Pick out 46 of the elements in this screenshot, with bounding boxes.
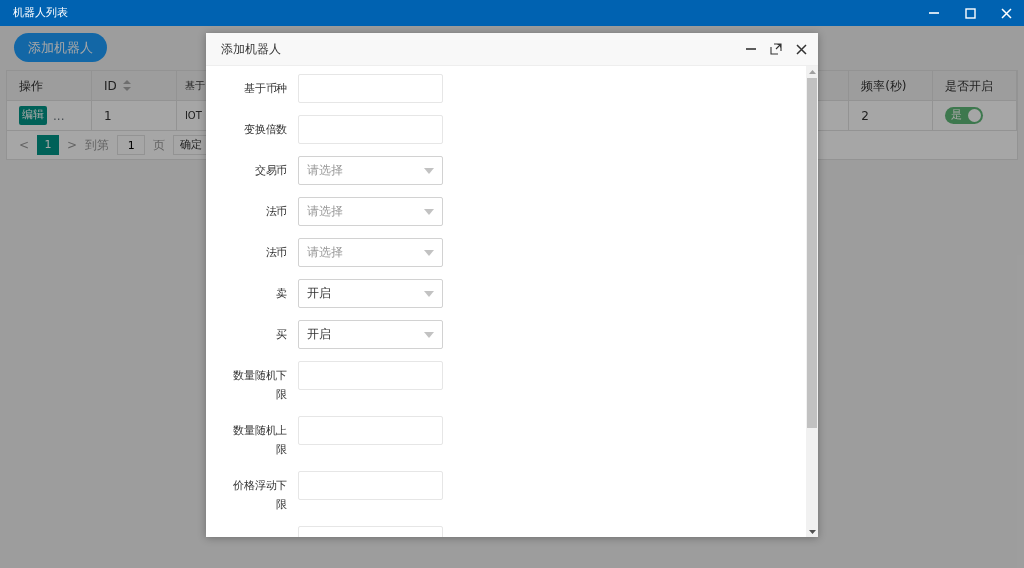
close-icon [1000, 7, 1012, 19]
page-input[interactable]: 1 [117, 135, 146, 155]
select-field[interactable]: 开启 [298, 279, 443, 308]
more-text: ... [53, 107, 65, 125]
caret-icon [424, 208, 434, 215]
field-label: 买 [275, 327, 287, 343]
scroll-thumb[interactable] [807, 78, 817, 428]
table-cell-text: IOT [184, 109, 202, 123]
field-label: 变换倍数 [243, 122, 287, 138]
sort-icon[interactable] [122, 80, 131, 91]
column-header[interactable]: ID [103, 76, 117, 95]
column-header[interactable]: 基于 [184, 78, 205, 93]
window-title: 机器人列表 [12, 4, 69, 21]
scroll-down-icon[interactable] [808, 530, 816, 534]
table-cell-text: 1 [103, 107, 112, 125]
close-icon [795, 43, 807, 55]
field-label: 基于币种 [243, 81, 287, 97]
page-label: 页 [153, 137, 166, 154]
field-label: 数量随机上限 [232, 423, 287, 458]
select-field[interactable]: 开启 [298, 320, 443, 349]
input-field[interactable] [298, 471, 443, 500]
scroll-up-icon[interactable] [808, 70, 816, 74]
edit-button[interactable]: 编辑 [19, 106, 47, 125]
caret-icon [424, 290, 434, 297]
input-field[interactable] [298, 416, 443, 445]
field-label: 数量随机下限 [232, 368, 287, 403]
input-field[interactable] [298, 74, 443, 103]
caret-icon [424, 331, 434, 338]
field-label: 交易币 [253, 163, 287, 179]
dialog-title: 添加机器人 [221, 41, 282, 58]
input-field[interactable] [298, 115, 443, 144]
caret-icon [424, 167, 434, 174]
scrollbar[interactable] [806, 66, 818, 537]
field-label: 价格浮动下限 [232, 478, 287, 513]
maximize-icon [770, 43, 782, 55]
input-field[interactable] [298, 361, 443, 390]
column-header[interactable]: 操作 [19, 76, 43, 95]
column-header[interactable]: 频率(秒) [861, 76, 907, 95]
caret-icon [424, 249, 434, 256]
goto-label: 到第 [85, 137, 110, 154]
table-cell-text: 2 [861, 107, 869, 125]
field-label: 卖 [275, 286, 287, 302]
field-label: 法币 [264, 204, 287, 220]
field-label: 法币 [264, 245, 287, 261]
column-header[interactable]: 是否开启 [945, 76, 994, 95]
maximize-icon [964, 7, 976, 19]
